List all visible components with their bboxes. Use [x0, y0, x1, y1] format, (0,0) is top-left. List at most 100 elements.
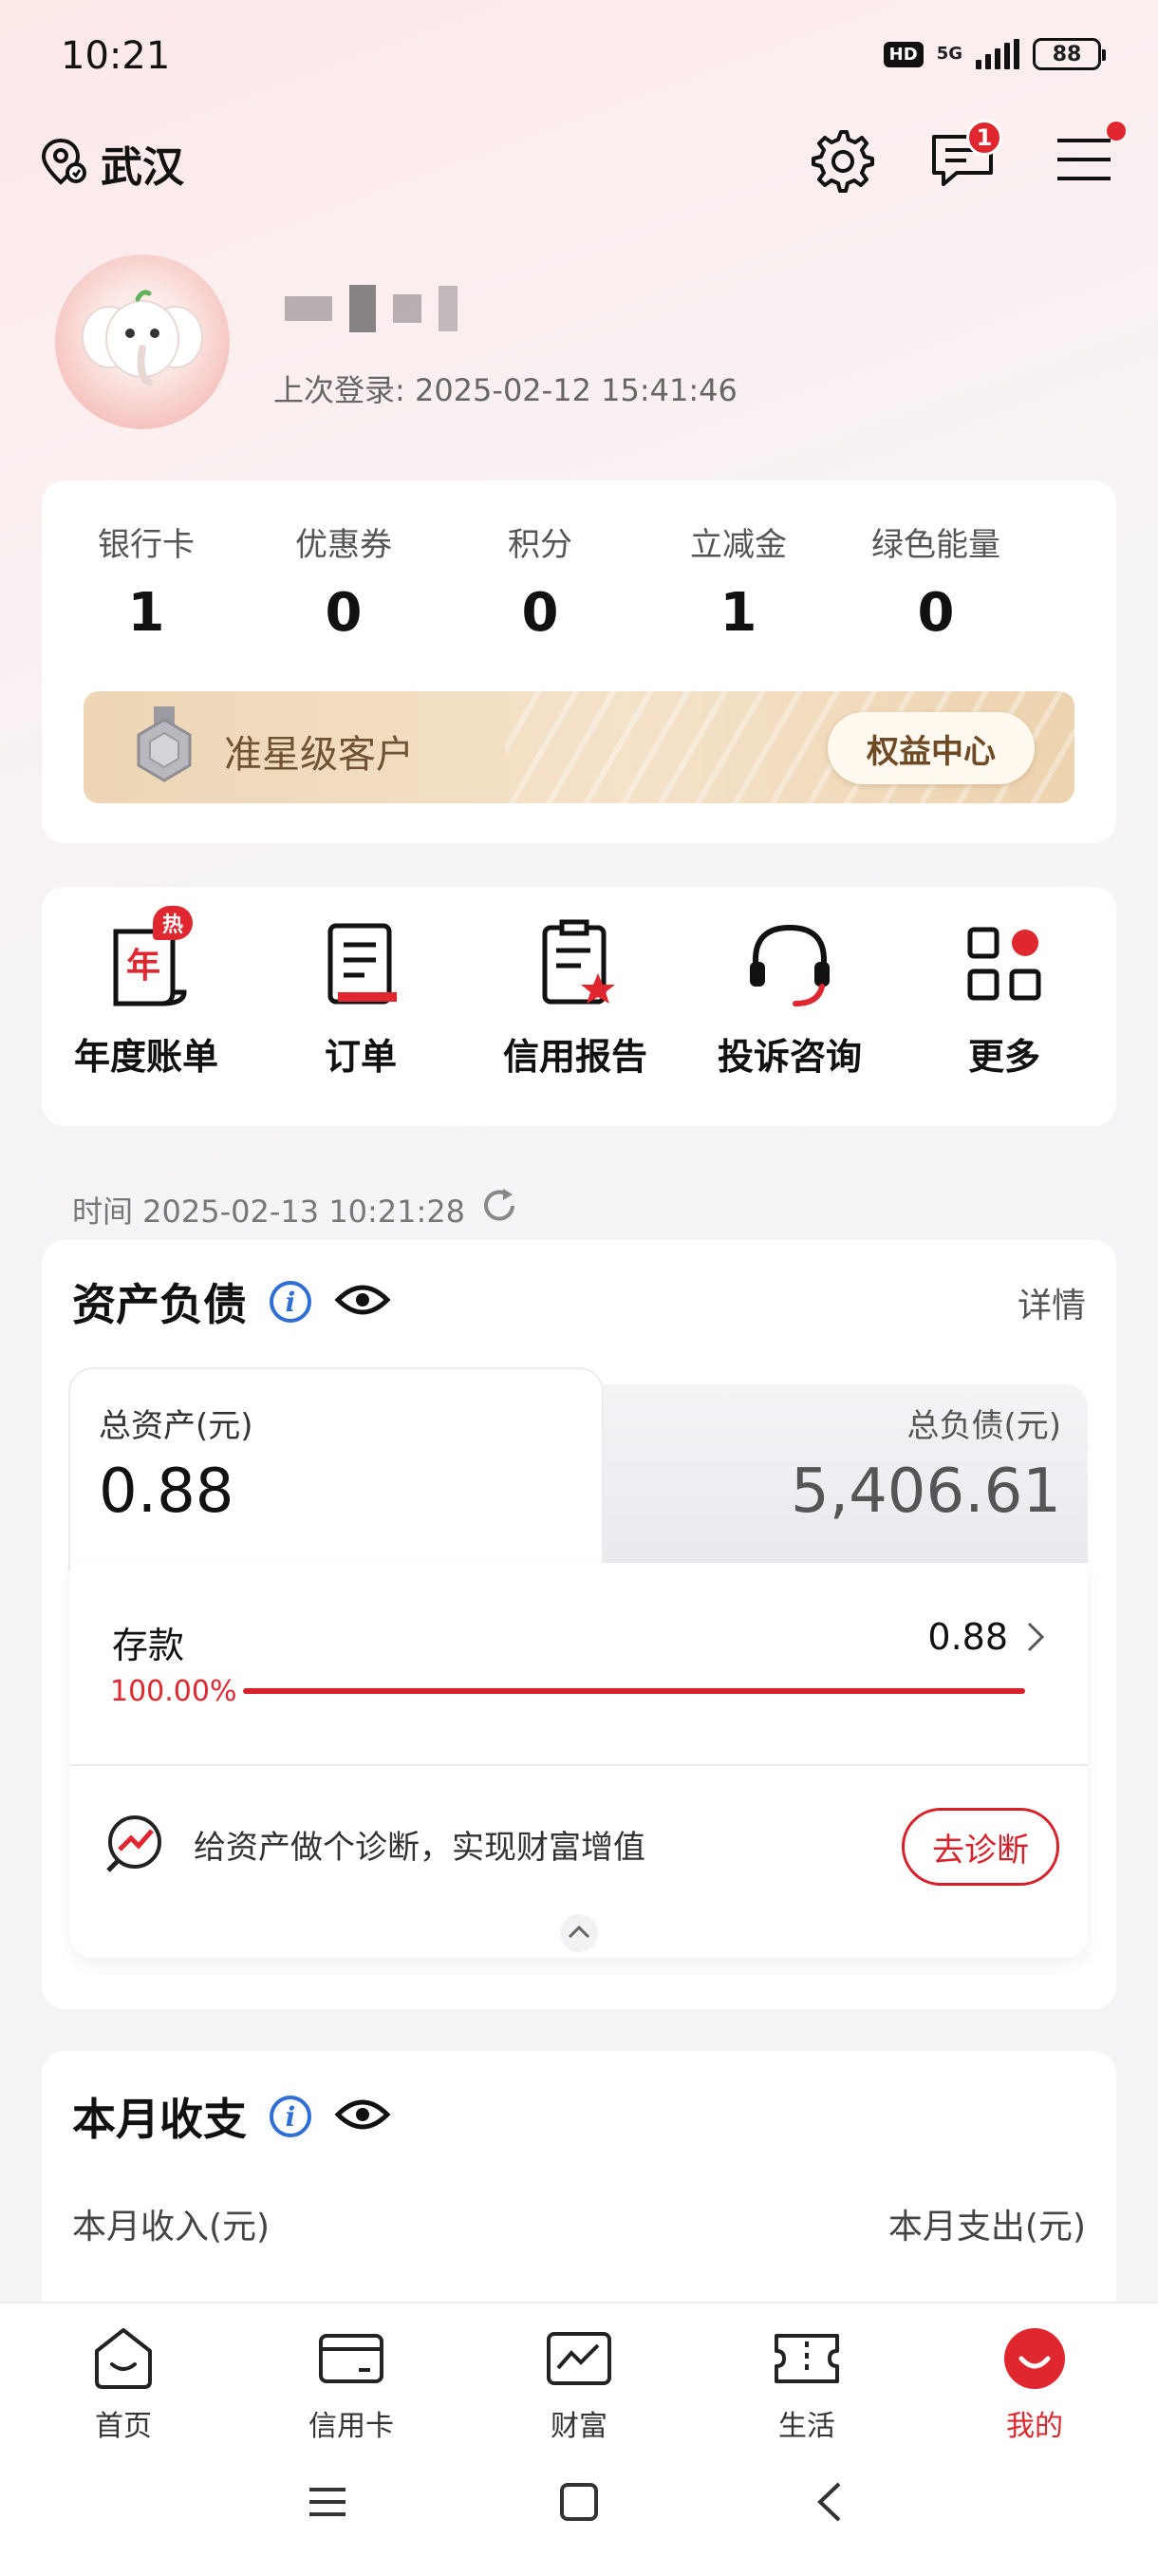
battery-icon: 88 — [1033, 38, 1106, 70]
stat-instant-discount[interactable]: 立减金 1 — [634, 518, 843, 644]
stat-green-energy[interactable]: 绿色能量 0 — [831, 518, 1040, 644]
tab-wealth[interactable]: 财富 — [503, 2322, 655, 2444]
benefits-center-button[interactable]: 权益中心 — [828, 712, 1035, 784]
settings-button[interactable] — [805, 123, 877, 196]
signal-icon — [976, 39, 1019, 69]
stat-value: 0 — [325, 582, 363, 644]
back-icon[interactable] — [807, 2478, 854, 2529]
monthly-income-expense-card: 本月收支 i 本月收入(元) 本月支出(元) — [42, 2051, 1116, 2336]
diagnose-button[interactable]: 去诊断 — [902, 1808, 1059, 1886]
total-liabilities-label: 总负债(元) — [906, 1407, 1061, 1445]
location-name: 武汉 — [101, 143, 184, 192]
monthly-header: 本月收支 i — [72, 2085, 391, 2148]
tab-label: 我的 — [1006, 2410, 1063, 2443]
eye-icon[interactable] — [334, 2096, 391, 2137]
stat-label: 绿色能量 — [871, 526, 1000, 564]
quick-item-label: 年度账单 — [73, 1036, 218, 1078]
details-link[interactable]: 详情 — [1018, 1278, 1086, 1327]
tab-label: 财富 — [551, 2410, 607, 2443]
ticket-icon — [775, 2334, 839, 2383]
tab-home[interactable]: 首页 — [47, 2322, 199, 2444]
quick-item-label: 更多 — [967, 1036, 1040, 1078]
menu-notification-dot — [1107, 122, 1126, 141]
recent-apps-icon[interactable] — [304, 2478, 351, 2529]
eye-icon[interactable] — [334, 1281, 391, 1323]
deposit-progress-track — [243, 1688, 1025, 1694]
chevron-right-icon — [1025, 1616, 1048, 1662]
quick-menu-card: 年 热 年度账单 订单 信用报告 投诉咨询 更多 — [42, 887, 1116, 1126]
headset-icon — [738, 912, 842, 1016]
deposit-progress-fill — [243, 1688, 1025, 1694]
info-icon[interactable]: i — [270, 2096, 311, 2137]
total-liabilities-tab[interactable]: 总负债(元) 5,406.61 — [564, 1384, 1088, 1569]
avatar[interactable] — [55, 254, 230, 429]
deposit-label: 存款 — [112, 1625, 185, 1666]
tab-life[interactable]: 生活 — [731, 2322, 883, 2444]
credit-report-icon — [523, 912, 627, 1016]
header-actions: 1 — [805, 120, 1126, 196]
vip-level-label: 准星级客户 — [224, 733, 414, 777]
diagnosis-text: 给资产做个诊断，实现财富增值 — [194, 1829, 645, 1867]
deposit-value: 0.88 — [927, 1616, 1008, 1658]
deposit-row[interactable]: 存款 0.88 100.00% — [110, 1616, 1061, 1711]
section-title: 本月收支 — [72, 2094, 247, 2145]
deposit-percent: 100.00% — [110, 1675, 237, 1708]
tab-label: 首页 — [95, 2410, 152, 2443]
home-nav-icon[interactable] — [555, 2478, 603, 2529]
collapse-chevron-icon[interactable] — [560, 1914, 598, 1956]
home-icon — [95, 2328, 152, 2389]
messages-button[interactable]: 1 — [926, 120, 1002, 196]
quick-item-more[interactable]: 更多 — [900, 912, 1109, 1080]
tab-credit-card[interactable]: 信用卡 — [275, 2322, 427, 2444]
asset-breakdown: 存款 0.88 100.00% 给资产做个诊断，实现财富增值 去诊断 — [70, 1563, 1088, 1958]
order-icon — [308, 912, 413, 1016]
status-time: 10:21 — [61, 34, 171, 78]
assets-liabilities-card: 资产负债 i 详情 总负债(元) 5,406.61 总资产(元) 0.88 存款… — [42, 1240, 1116, 2009]
location-pin-icon — [38, 135, 91, 192]
quick-item-annual-bill[interactable]: 年 热 年度账单 — [42, 906, 251, 1080]
tab-label: 生活 — [778, 2410, 835, 2443]
profile-icon — [1004, 2328, 1065, 2389]
stat-coupons[interactable]: 优惠券 0 — [239, 518, 448, 644]
message-count-badge: 1 — [966, 120, 1002, 156]
divider — [70, 1764, 1088, 1766]
tab-mine[interactable]: 我的 — [959, 2322, 1111, 2444]
svg-text:年: 年 — [126, 947, 160, 986]
status-icons: HD 5G 88 — [883, 38, 1106, 70]
stat-points[interactable]: 积分 0 — [436, 518, 644, 644]
quick-item-credit-report[interactable]: 信用报告 — [471, 912, 680, 1080]
stat-value: 1 — [127, 582, 165, 644]
refresh-icon[interactable] — [478, 1185, 520, 1234]
medal-icon — [131, 706, 197, 796]
annual-bill-icon: 年 热 — [94, 906, 198, 1016]
vip-level-banner[interactable]: 准星级客户 权益中心 — [84, 691, 1074, 803]
quick-item-label: 投诉咨询 — [717, 1036, 862, 1078]
stat-label: 优惠券 — [295, 526, 392, 564]
quick-item-complaints[interactable]: 投诉咨询 — [685, 912, 894, 1080]
location-selector[interactable]: 武汉 — [38, 133, 184, 194]
chart-icon — [547, 2332, 611, 2385]
credit-card-icon — [319, 2334, 383, 2383]
network-type: 5G — [936, 44, 962, 64]
menu-button[interactable] — [1048, 122, 1126, 196]
more-grid-icon — [952, 912, 1056, 1016]
quick-item-orders[interactable]: 订单 — [256, 912, 465, 1080]
info-icon[interactable]: i — [270, 1281, 311, 1323]
quick-item-label: 订单 — [324, 1036, 397, 1078]
masked-username — [285, 285, 458, 332]
elephant-avatar-icon — [82, 290, 203, 386]
account-stats-card: 银行卡 1 优惠券 0 积分 0 立减金 1 绿色能量 0 准星级客户 权益中心 — [42, 480, 1116, 843]
asset-panel: 总负债(元) 5,406.61 总资产(元) 0.88 存款 0.88 100.… — [70, 1369, 1088, 1958]
total-assets-label: 总资产(元) — [99, 1407, 253, 1445]
stat-value: 0 — [521, 582, 559, 644]
stat-bank-cards[interactable]: 银行卡 1 — [42, 518, 251, 644]
battery-level: 88 — [1052, 42, 1082, 66]
stat-label: 积分 — [508, 526, 572, 564]
quick-item-label: 信用报告 — [502, 1036, 647, 1078]
total-assets-tab[interactable]: 总资产(元) 0.88 — [70, 1369, 602, 1569]
system-navigation-bar — [0, 2478, 1158, 2545]
stat-label: 银行卡 — [98, 526, 195, 564]
stat-label: 立减金 — [690, 526, 787, 564]
hd-badge: HD — [883, 41, 924, 67]
assets-header: 资产负债 i — [72, 1270, 391, 1333]
